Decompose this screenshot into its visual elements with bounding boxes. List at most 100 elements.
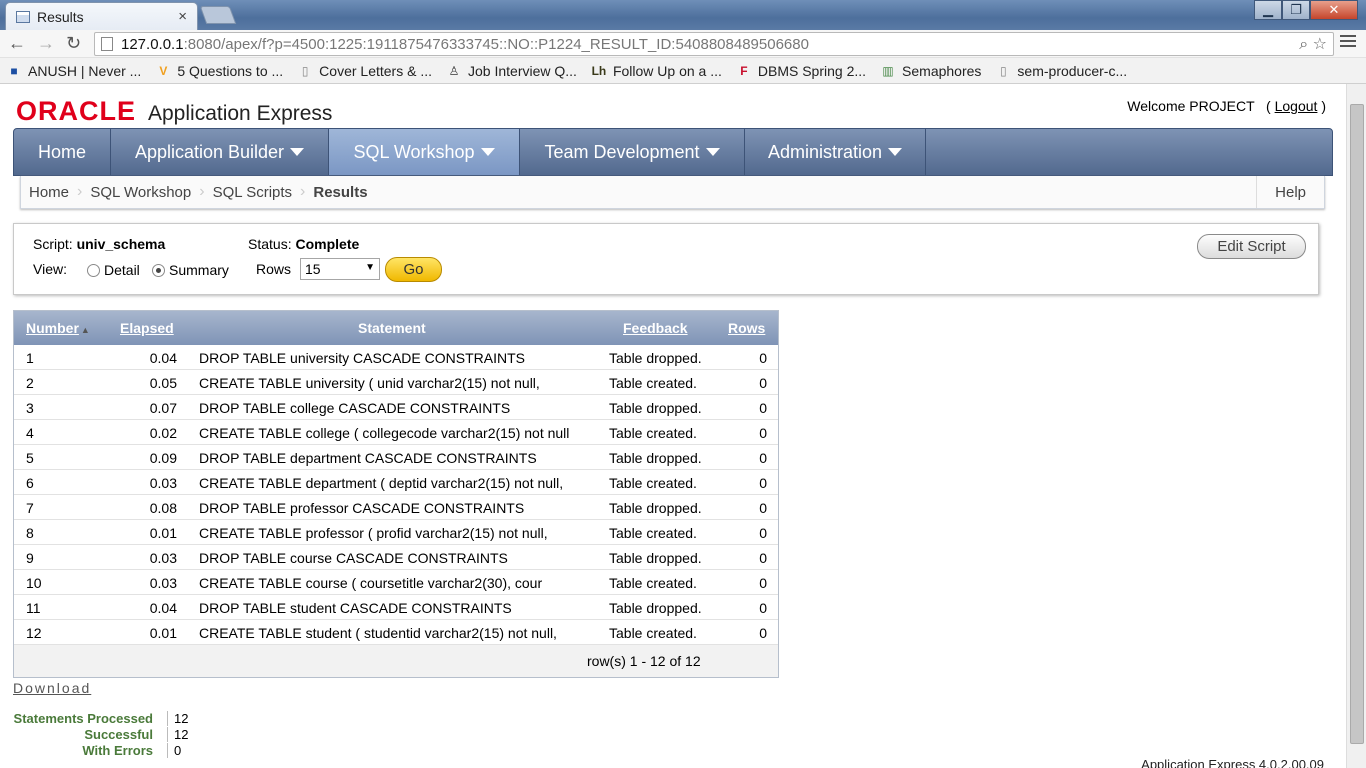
main-nav: Home Application Builder SQL Workshop Team … <box>13 128 1333 176</box>
row-statement: CREATE TABLE department ( deptid varchar… <box>199 475 564 491</box>
table-row: 1 0.04 DROP TABLE university CASCADE CONST… <box>14 345 778 370</box>
row-elapsed: 0.03 <box>149 550 177 566</box>
breadcrumb-home[interactable]: Home <box>21 184 77 201</box>
tab-team-development[interactable]: Team Development <box>520 129 745 175</box>
col-rows-header[interactable]: Rows <box>728 320 765 336</box>
breadcrumb-sql-scripts[interactable]: SQL Scripts <box>205 184 300 201</box>
help-link[interactable]: Help <box>1256 176 1324 208</box>
forward-arrow-icon[interactable]: → <box>37 33 55 54</box>
stat-row: Statements Processed 12 <box>13 711 193 727</box>
scroll-thumb[interactable] <box>1350 104 1364 744</box>
col-number-header[interactable]: Number ▲ <box>26 320 90 336</box>
bookmark-item[interactable]: V 5 Questions to ... <box>155 63 283 79</box>
col-feedback-header[interactable]: Feedback <box>623 320 688 336</box>
row-feedback: Table dropped. <box>609 600 702 616</box>
back-arrow-icon[interactable]: ← <box>8 33 26 54</box>
maximize-button[interactable]: ❐ <box>1282 0 1310 20</box>
summary-radio[interactable] <box>152 264 165 277</box>
caret-down-icon[interactable] <box>290 148 305 156</box>
row-number[interactable]: 7 <box>26 500 34 516</box>
lh-icon: Lh <box>591 63 607 78</box>
row-elapsed: 0.08 <box>149 500 177 516</box>
tab-sql-workshop[interactable]: SQL Workshop <box>329 129 520 175</box>
zoom-star-icons[interactable]: ⌕ ☆ <box>1299 34 1327 54</box>
edit-script-button[interactable]: Edit Script <box>1197 234 1306 259</box>
bookmark-item[interactable]: ▯ sem-producer-c... <box>995 63 1127 79</box>
row-feedback: Table dropped. <box>609 450 702 466</box>
row-feedback: Table created. <box>609 475 697 491</box>
logo-product-text: Application Express <box>148 102 333 125</box>
oracle-logo[interactable]: ORACLE Application Express <box>16 96 332 127</box>
bookmark-item[interactable]: ■ ANUSH | Never ... <box>6 63 141 79</box>
rows-select[interactable]: 15 ▼ <box>300 258 380 280</box>
new-tab-button[interactable] <box>199 6 237 24</box>
tab-label: SQL Workshop <box>353 141 475 162</box>
tab-home[interactable]: Home <box>14 129 111 175</box>
row-elapsed: 0.02 <box>149 425 177 441</box>
close-window-button[interactable]: ✕ <box>1310 0 1358 20</box>
download-link[interactable]: Download <box>13 680 91 696</box>
stat-label: Statements Processed <box>13 711 153 726</box>
browser-tab[interactable]: Results × <box>5 2 198 30</box>
row-number[interactable]: 11 <box>26 600 41 616</box>
breadcrumb-sql-workshop[interactable]: SQL Workshop <box>82 184 199 201</box>
bookmark-item[interactable]: F DBMS Spring 2... <box>736 63 866 79</box>
window-controls: ▁ ❐ ✕ <box>1254 0 1358 20</box>
page-scrollbar[interactable] <box>1346 84 1366 768</box>
row-rows: 0 <box>759 575 767 591</box>
bookmark-item[interactable]: ♙ Job Interview Q... <box>446 63 577 79</box>
menu-icon[interactable] <box>1340 35 1356 50</box>
stat-value: 0 <box>167 743 181 758</box>
row-number[interactable]: 4 <box>26 425 34 441</box>
table-row: 10 0.03 CREATE TABLE course ( coursetitle … <box>14 570 778 595</box>
bookmark-item[interactable]: Lh Follow Up on a ... <box>591 63 722 79</box>
row-number[interactable]: 10 <box>26 575 42 591</box>
table-row: 3 0.07 DROP TABLE college CASCADE CONSTRAI… <box>14 395 778 420</box>
row-number[interactable]: 8 <box>26 525 34 541</box>
stat-label: With Errors <box>82 743 153 758</box>
row-number[interactable]: 2 <box>26 375 34 391</box>
row-number[interactable]: 6 <box>26 475 34 491</box>
tab-close-icon[interactable]: × <box>178 8 187 25</box>
caret-down-icon[interactable] <box>705 148 720 156</box>
view-label: View: <box>33 261 67 277</box>
row-rows: 0 <box>759 600 767 616</box>
go-button[interactable]: Go <box>385 257 442 282</box>
view-detail-option[interactable]: Detail <box>87 262 140 278</box>
execution-stats: Statements Processed 12 Successful 12 With E… <box>13 711 193 759</box>
row-rows: 0 <box>759 475 767 491</box>
tab-administration[interactable]: Administration <box>745 129 926 175</box>
browser-titlebar: Results × ▁ ❐ ✕ <box>0 0 1366 30</box>
stat-label: Successful <box>84 727 153 742</box>
row-feedback: Table created. <box>609 625 697 641</box>
logo-oracle-text: ORACLE <box>16 96 136 126</box>
caret-down-icon[interactable] <box>888 148 903 156</box>
view-summary-option[interactable]: Summary <box>152 262 229 278</box>
bookmark-item[interactable]: ▥ Semaphores <box>880 63 981 79</box>
table-row: 4 0.02 CREATE TABLE college ( collegecode … <box>14 420 778 445</box>
bookmark-item[interactable]: ▯ Cover Letters & ... <box>297 63 432 79</box>
row-number[interactable]: 9 <box>26 550 34 566</box>
bookmarks-bar: ■ ANUSH | Never ... V 5 Questions to ... ▯ Co… <box>0 58 1366 84</box>
caret-down-icon[interactable] <box>480 148 495 156</box>
row-number[interactable]: 5 <box>26 450 34 466</box>
results-body: 1 0.04 DROP TABLE university CASCADE CONST… <box>14 345 778 645</box>
minimize-button[interactable]: ▁ <box>1254 0 1282 20</box>
tab-label: Application Builder <box>134 141 285 162</box>
row-elapsed: 0.01 <box>149 525 177 541</box>
row-rows: 0 <box>759 450 767 466</box>
col-elapsed-header[interactable]: Elapsed <box>120 320 174 336</box>
detail-radio[interactable] <box>87 264 100 277</box>
row-statement: DROP TABLE university CASCADE CONSTRAINT… <box>199 350 525 366</box>
bookmark-label: Cover Letters & ... <box>319 62 432 79</box>
reload-icon[interactable]: ↻ <box>66 33 81 54</box>
row-statement: CREATE TABLE student ( studentid varchar… <box>199 625 557 641</box>
welcome-text: Welcome PROJECT <box>1127 98 1255 114</box>
tab-application-builder[interactable]: Application Builder <box>111 129 329 175</box>
row-number[interactable]: 12 <box>26 625 42 641</box>
logout-link[interactable]: Logout <box>1275 98 1318 114</box>
row-number[interactable]: 3 <box>26 400 34 416</box>
row-feedback: Table created. <box>609 525 697 541</box>
row-number[interactable]: 1 <box>26 350 34 366</box>
address-bar[interactable]: 127.0.0.1:8080/apex/f?p=4500:1225:191187… <box>94 32 1334 56</box>
